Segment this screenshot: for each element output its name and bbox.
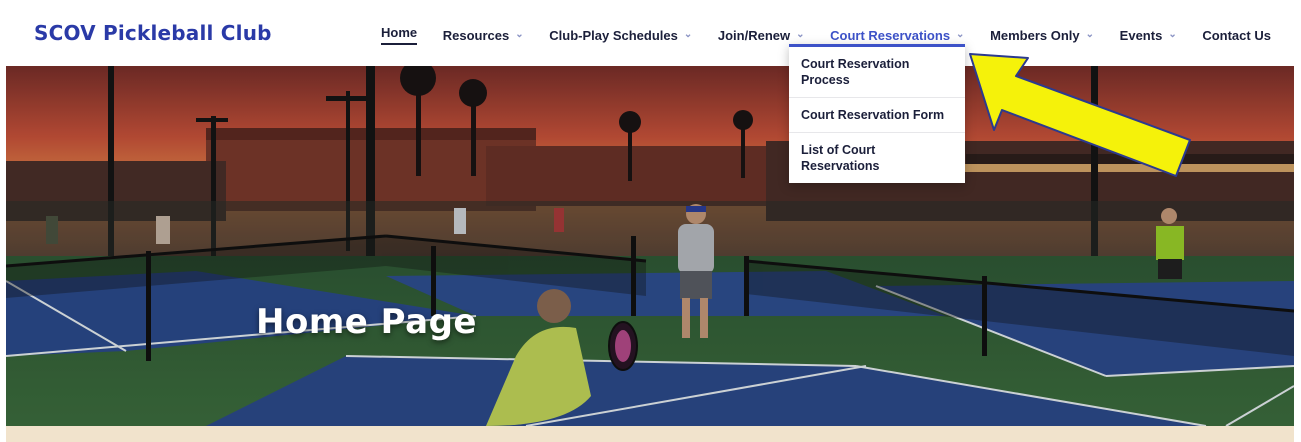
- dropdown-item-court-reservation-form[interactable]: Court Reservation Form: [789, 98, 965, 133]
- nav-item-label: Members Only: [990, 27, 1080, 43]
- chevron-down-icon: ⌄: [956, 28, 965, 40]
- dropdown-item-list-of-court-reservations[interactable]: List of Court Reservations: [789, 133, 965, 183]
- chevron-down-icon: ⌄: [1168, 28, 1177, 40]
- content-strip: [6, 426, 1294, 442]
- nav-item-label: Court Reservations: [830, 27, 951, 43]
- site-logo[interactable]: SCOV Pickleball Club: [34, 21, 272, 45]
- nav-item-home[interactable]: Home: [381, 25, 418, 45]
- main-nav: Home Resources ⌄ Club-Play Schedules ⌄ J…: [381, 24, 1271, 46]
- nav-item-members-only[interactable]: Members Only ⌄: [990, 28, 1094, 43]
- nav-item-resources[interactable]: Resources ⌄: [443, 28, 524, 43]
- nav-item-label: Join/Renew: [717, 27, 791, 43]
- nav-item-club-play-schedules[interactable]: Club-Play Schedules ⌄: [549, 28, 692, 43]
- nav-item-events[interactable]: Events ⌄: [1120, 28, 1177, 43]
- chevron-down-icon: ⌄: [515, 28, 524, 40]
- nav-item-label: Resources: [442, 27, 510, 43]
- chevron-down-icon: ⌄: [683, 28, 693, 40]
- nav-item-label: Home: [381, 25, 418, 45]
- nav-item-label: Contact Us: [1202, 27, 1271, 43]
- nav-item-join-renew[interactable]: Join/Renew ⌄: [718, 28, 805, 43]
- hero-title: Home Page: [256, 302, 477, 342]
- nav-item-label: Club-Play Schedules: [549, 27, 678, 43]
- chevron-down-icon: ⌄: [796, 28, 805, 40]
- yellow-arrow-icon: [969, 53, 1191, 177]
- nav-item-label: Events: [1119, 27, 1163, 43]
- court-reservations-dropdown: Court Reservation Process Court Reservat…: [789, 44, 965, 183]
- nav-item-contact-us[interactable]: Contact Us: [1202, 28, 1271, 43]
- nav-item-court-reservations[interactable]: Court Reservations ⌄: [830, 28, 964, 43]
- chevron-down-icon: ⌄: [1085, 28, 1095, 40]
- dropdown-item-court-reservation-process[interactable]: Court Reservation Process: [789, 47, 965, 98]
